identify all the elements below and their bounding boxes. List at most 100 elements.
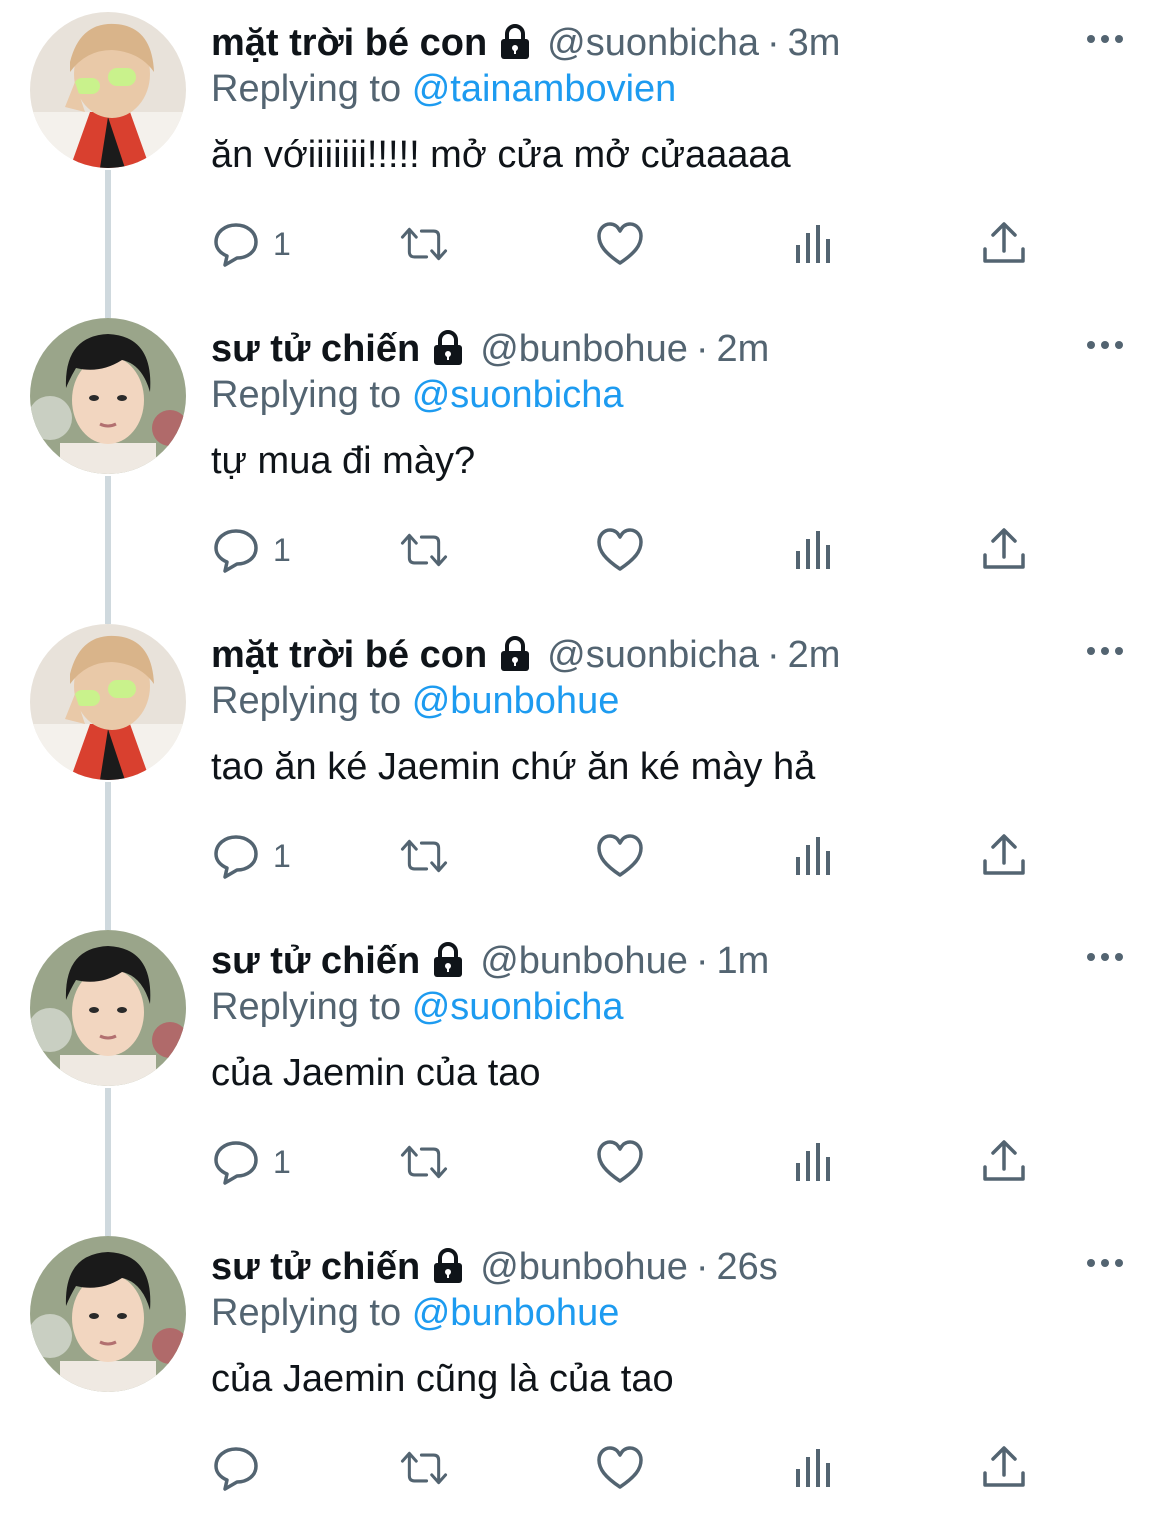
timestamp[interactable]: 2m <box>788 634 841 677</box>
reply-count: 1 <box>273 225 291 262</box>
avatar[interactable] <box>30 930 186 1086</box>
action-bar: 1 <box>211 828 1041 884</box>
more-icon[interactable] <box>1083 1246 1127 1280</box>
lock-icon <box>428 329 468 369</box>
sun-avatar-image <box>30 624 186 780</box>
retweet-button[interactable] <box>399 522 449 578</box>
retweet-button[interactable] <box>399 828 449 884</box>
timestamp[interactable]: 1m <box>717 940 770 983</box>
like-icon <box>595 1137 645 1187</box>
dot-separator: · <box>767 21 780 64</box>
retweet-button[interactable] <box>399 1134 449 1190</box>
share-icon <box>979 831 1029 881</box>
like-icon <box>595 219 645 269</box>
like-icon <box>595 831 645 881</box>
tweet-text: của Jaemin của tao <box>211 1052 541 1094</box>
tweet-header: sư tử chiến @bunbohue · 26s <box>211 1242 778 1292</box>
display-name[interactable]: mặt trời bé con <box>211 22 487 65</box>
user-handle[interactable]: @bunbohue <box>480 1246 688 1289</box>
more-icon[interactable] <box>1083 22 1127 56</box>
share-button[interactable] <box>979 216 1029 272</box>
tweet[interactable]: sư tử chiến @bunbohue · 1m Replying to @… <box>0 918 1169 1224</box>
sun-avatar-image <box>30 12 186 168</box>
tweet-text: tự mua đi mày? <box>211 440 476 482</box>
views-button[interactable] <box>789 522 839 578</box>
tweet[interactable]: sư tử chiến @bunbohue · 26s Replying to … <box>0 1224 1169 1530</box>
reply-count: 1 <box>273 1143 291 1180</box>
share-button[interactable] <box>979 828 1029 884</box>
like-button[interactable] <box>595 1440 645 1496</box>
timestamp[interactable]: 26s <box>717 1246 778 1289</box>
tweet[interactable]: sư tử chiến @bunbohue · 2m Replying to @… <box>0 306 1169 612</box>
views-icon <box>789 219 839 269</box>
user-handle[interactable]: @suonbicha <box>547 22 759 65</box>
action-bar: 1 <box>211 1134 1041 1190</box>
views-button[interactable] <box>789 1440 839 1496</box>
replying-to-label: Replying to <box>211 986 402 1028</box>
reply-icon <box>211 1137 261 1187</box>
like-button[interactable] <box>595 522 645 578</box>
reply-mention-link[interactable]: @suonbicha <box>412 986 624 1028</box>
reply-button[interactable]: 1 <box>211 522 291 578</box>
more-icon[interactable] <box>1083 940 1127 974</box>
like-button[interactable] <box>595 828 645 884</box>
reply-button[interactable]: 1 <box>211 216 291 272</box>
action-bar: 1 <box>211 216 1041 272</box>
like-button[interactable] <box>595 216 645 272</box>
avatar[interactable] <box>30 318 186 474</box>
lock-icon <box>495 23 535 63</box>
more-icon[interactable] <box>1083 634 1127 668</box>
avatar[interactable] <box>30 624 186 780</box>
views-icon <box>789 831 839 881</box>
replying-to: Replying to @bunbohue <box>211 1292 619 1335</box>
reply-mention-link[interactable]: @bunbohue <box>412 680 620 722</box>
tweet[interactable]: mặt trời bé con @suonbicha · 2m Replying… <box>0 612 1169 918</box>
share-button[interactable] <box>979 1440 1029 1496</box>
user-handle[interactable]: @bunbohue <box>480 328 688 371</box>
avatar[interactable] <box>30 1236 186 1392</box>
dot-separator: · <box>695 327 709 370</box>
timestamp[interactable]: 2m <box>717 328 770 371</box>
reply-mention-link[interactable]: @tainambovien <box>412 68 677 110</box>
reply-mention-link[interactable]: @suonbicha <box>412 374 624 416</box>
views-button[interactable] <box>789 1134 839 1190</box>
timestamp[interactable]: 3m <box>788 22 841 65</box>
display-name[interactable]: sư tử chiến <box>211 328 420 371</box>
retweet-icon <box>399 831 449 881</box>
lion-avatar-image <box>30 930 186 1086</box>
share-button[interactable] <box>979 1134 1029 1190</box>
avatar[interactable] <box>30 12 186 168</box>
lock-icon <box>428 1247 468 1287</box>
display-name[interactable]: sư tử chiến <box>211 1246 420 1289</box>
display-name[interactable]: mặt trời bé con <box>211 634 487 677</box>
reply-button[interactable]: 1 <box>211 1134 291 1190</box>
retweet-button[interactable] <box>399 1440 449 1496</box>
reply-button[interactable] <box>211 1440 273 1496</box>
retweet-icon <box>399 1443 449 1493</box>
like-icon <box>595 1443 645 1493</box>
tweet-header: sư tử chiến @bunbohue · 2m <box>211 324 769 374</box>
reply-button[interactable]: 1 <box>211 828 291 884</box>
user-handle[interactable]: @suonbicha <box>547 634 759 677</box>
replying-to-label: Replying to <box>211 1292 402 1334</box>
replying-to-label: Replying to <box>211 374 402 416</box>
tweet-text: tao ăn ké Jaemin chứ ăn ké mày hả <box>211 746 816 788</box>
lion-avatar-image <box>30 318 186 474</box>
reply-icon <box>211 831 261 881</box>
share-icon <box>979 1443 1029 1493</box>
like-button[interactable] <box>595 1134 645 1190</box>
views-icon <box>789 1137 839 1187</box>
more-icon[interactable] <box>1083 328 1127 362</box>
reply-mention-link[interactable]: @bunbohue <box>412 1292 620 1334</box>
share-button[interactable] <box>979 522 1029 578</box>
lock-icon <box>428 941 468 981</box>
views-button[interactable] <box>789 216 839 272</box>
user-handle[interactable]: @bunbohue <box>480 940 688 983</box>
retweet-button[interactable] <box>399 216 449 272</box>
reply-count: 1 <box>273 531 291 568</box>
display-name[interactable]: sư tử chiến <box>211 940 420 983</box>
views-button[interactable] <box>789 828 839 884</box>
retweet-icon <box>399 1137 449 1187</box>
replying-to-label: Replying to <box>211 68 402 110</box>
tweet[interactable]: mặt trời bé con @suonbicha · 3m Replying… <box>0 0 1169 306</box>
